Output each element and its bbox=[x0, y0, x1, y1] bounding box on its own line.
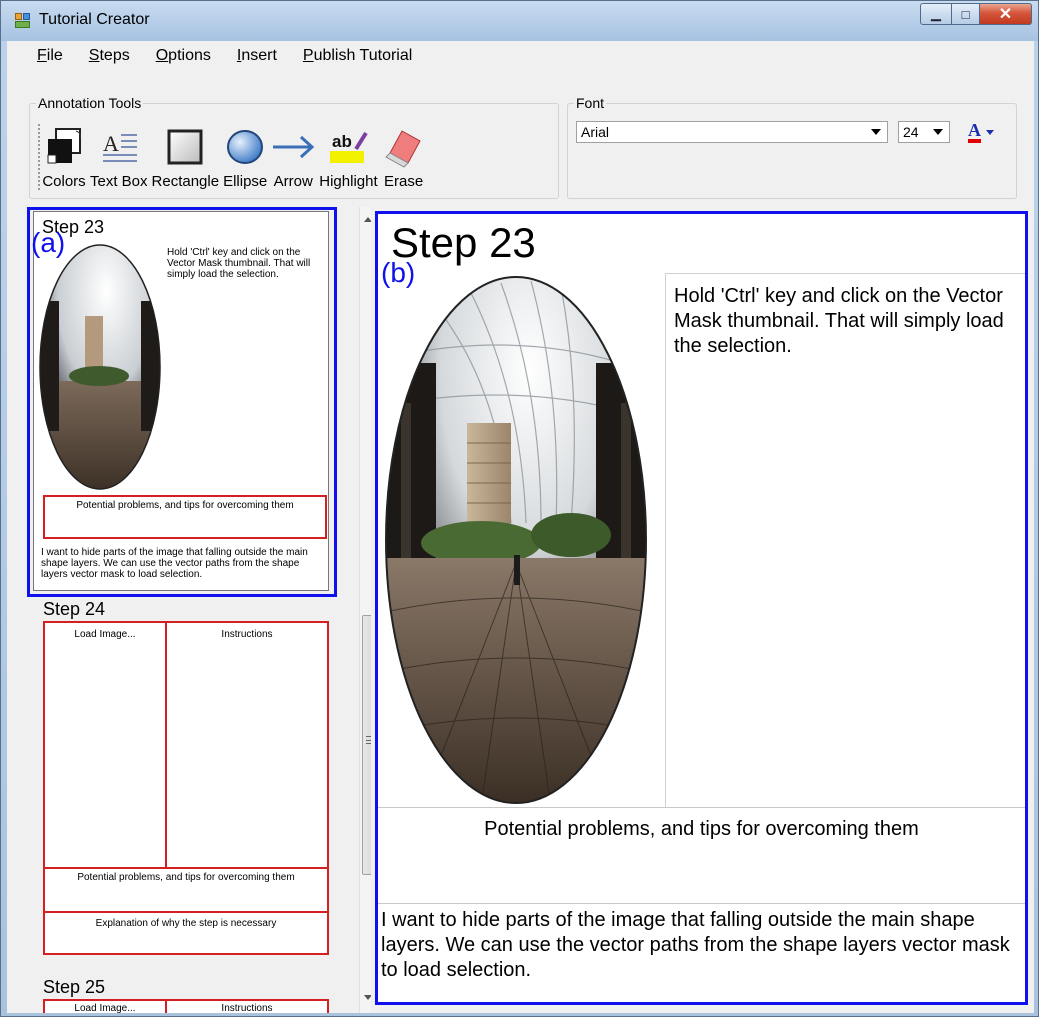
app-icon bbox=[15, 13, 31, 29]
menu-file-accel: F bbox=[37, 47, 47, 64]
chevron-down-icon bbox=[871, 129, 881, 135]
menu-insert-label: nsert bbox=[241, 47, 277, 64]
maximize-icon: □ bbox=[961, 6, 970, 22]
step-25-instructions-box[interactable]: Instructions bbox=[165, 999, 329, 1013]
menu-file-label: ile bbox=[46, 47, 63, 64]
menu-publish-accel: P bbox=[302, 47, 314, 64]
eraser-icon bbox=[382, 125, 426, 169]
menu-options-accel: O bbox=[155, 47, 169, 64]
font-size-value: 24 bbox=[903, 124, 919, 140]
font-family-value: Arial bbox=[581, 124, 610, 140]
highlight-label: Highlight bbox=[319, 173, 378, 190]
step-thumbnail-list[interactable]: Step 23 Hold 'Ctrl' key and click on the… bbox=[19, 207, 371, 1013]
annotation-box-a bbox=[27, 207, 337, 597]
highlight-icon: ab bbox=[326, 125, 370, 169]
ellipse-icon bbox=[223, 125, 267, 169]
colors-tool[interactable]: Colors bbox=[42, 124, 86, 190]
app-window: Tutorial Creator ▁ □ ✕ File Steps Option… bbox=[0, 0, 1039, 1017]
annotation-tools-label: Annotation Tools bbox=[36, 95, 144, 111]
close-icon: ✕ bbox=[998, 6, 1013, 23]
annotation-box-b bbox=[375, 211, 1028, 1005]
step-25-instructions: Instructions bbox=[221, 1003, 273, 1013]
font-family-select[interactable]: Arial bbox=[576, 121, 888, 143]
annotation-label-b: (b) bbox=[381, 257, 416, 288]
font-color-button[interactable]: A bbox=[958, 119, 1004, 145]
scrollbar-thumb[interactable] bbox=[362, 615, 371, 875]
step-25-load-image: Load Image... bbox=[74, 1003, 136, 1013]
rectangle-tool[interactable]: Rectangle bbox=[151, 124, 220, 190]
step-24-instructions: Instructions bbox=[221, 629, 273, 640]
ellipse-label: Ellipse bbox=[223, 173, 268, 190]
scroll-grip-icon bbox=[366, 736, 371, 744]
menu-steps-label: teps bbox=[99, 47, 130, 64]
maximize-button[interactable]: □ bbox=[952, 3, 980, 25]
erase-label: Erase bbox=[384, 173, 424, 190]
font-color-icon: A bbox=[968, 121, 981, 143]
font-group: Font Arial 24 A bbox=[567, 95, 1017, 199]
colors-label: Colors bbox=[42, 173, 86, 190]
step-24-load-image-box[interactable]: Load Image... bbox=[43, 621, 167, 869]
arrow-tool[interactable]: Arrow bbox=[271, 124, 315, 190]
annotation-tools-group: Annotation Tools Colors A Text Box Recta… bbox=[29, 95, 559, 199]
minimize-icon: ▁ bbox=[931, 6, 941, 21]
menu-steps-accel: S bbox=[88, 47, 100, 64]
step-editor: Step 23 Hold 'Ctrl' key and click on the… bbox=[375, 211, 1028, 1005]
arrow-icon bbox=[271, 125, 315, 169]
menu-insert[interactable]: Insert bbox=[237, 47, 277, 65]
arrow-label: Arrow bbox=[273, 173, 313, 190]
textbox-tool[interactable]: A Text Box bbox=[90, 124, 148, 190]
annotation-label-a: (a) bbox=[31, 227, 66, 258]
step-24-explanation-box[interactable]: Explanation of why the step is necessary bbox=[43, 911, 329, 955]
toolbar-grip[interactable] bbox=[38, 124, 40, 190]
close-button[interactable]: ✕ bbox=[980, 3, 1032, 25]
step-24-problems: Potential problems, and tips for overcom… bbox=[77, 872, 295, 883]
step-24-load-image: Load Image... bbox=[74, 629, 136, 640]
colors-icon bbox=[42, 125, 86, 169]
window-title: Tutorial Creator bbox=[39, 11, 150, 28]
menu-steps[interactable]: Steps bbox=[89, 47, 130, 65]
chevron-down-icon bbox=[933, 129, 943, 135]
rectangle-label: Rectangle bbox=[151, 173, 220, 190]
erase-tool[interactable]: Erase bbox=[382, 124, 426, 190]
menu-file[interactable]: File bbox=[37, 47, 63, 65]
chevron-down-icon bbox=[986, 129, 994, 135]
highlight-tool[interactable]: ab Highlight bbox=[319, 124, 378, 190]
font-size-select[interactable]: 24 bbox=[898, 121, 950, 143]
minimize-button[interactable]: ▁ bbox=[920, 3, 952, 25]
step-24-explanation: Explanation of why the step is necessary bbox=[95, 918, 277, 929]
step-25-thumb-title: Step 25 bbox=[43, 977, 106, 997]
step-25-load-image-box[interactable]: Load Image... bbox=[43, 999, 167, 1013]
font-group-label: Font bbox=[574, 95, 607, 111]
svg-text:ab: ab bbox=[332, 132, 352, 151]
menu-options-label: ptions bbox=[168, 47, 211, 64]
scroll-down-icon[interactable] bbox=[364, 995, 371, 1000]
menu-publish-label: ublish Tutorial bbox=[313, 47, 413, 64]
menu-options[interactable]: Options bbox=[156, 47, 211, 65]
scroll-up-icon[interactable] bbox=[364, 217, 371, 222]
step-24-thumb-title: Step 24 bbox=[43, 599, 106, 619]
thumbnail-scrollbar[interactable] bbox=[359, 207, 371, 1013]
client-area: File Steps Options Insert Publish Tutori… bbox=[7, 41, 1034, 1013]
step-24-instructions-box[interactable]: Instructions bbox=[165, 621, 329, 869]
rectangle-icon bbox=[163, 125, 207, 169]
menu-bar: File Steps Options Insert Publish Tutori… bbox=[7, 41, 1034, 71]
svg-text:A: A bbox=[103, 131, 119, 156]
textbox-icon: A bbox=[97, 125, 141, 169]
title-bar[interactable]: Tutorial Creator ▁ □ ✕ bbox=[1, 1, 1038, 41]
textbox-label: Text Box bbox=[90, 173, 148, 190]
menu-publish[interactable]: Publish Tutorial bbox=[303, 47, 412, 65]
step-24-problems-box[interactable]: Potential problems, and tips for overcom… bbox=[43, 867, 329, 913]
ellipse-tool[interactable]: Ellipse bbox=[223, 124, 267, 190]
